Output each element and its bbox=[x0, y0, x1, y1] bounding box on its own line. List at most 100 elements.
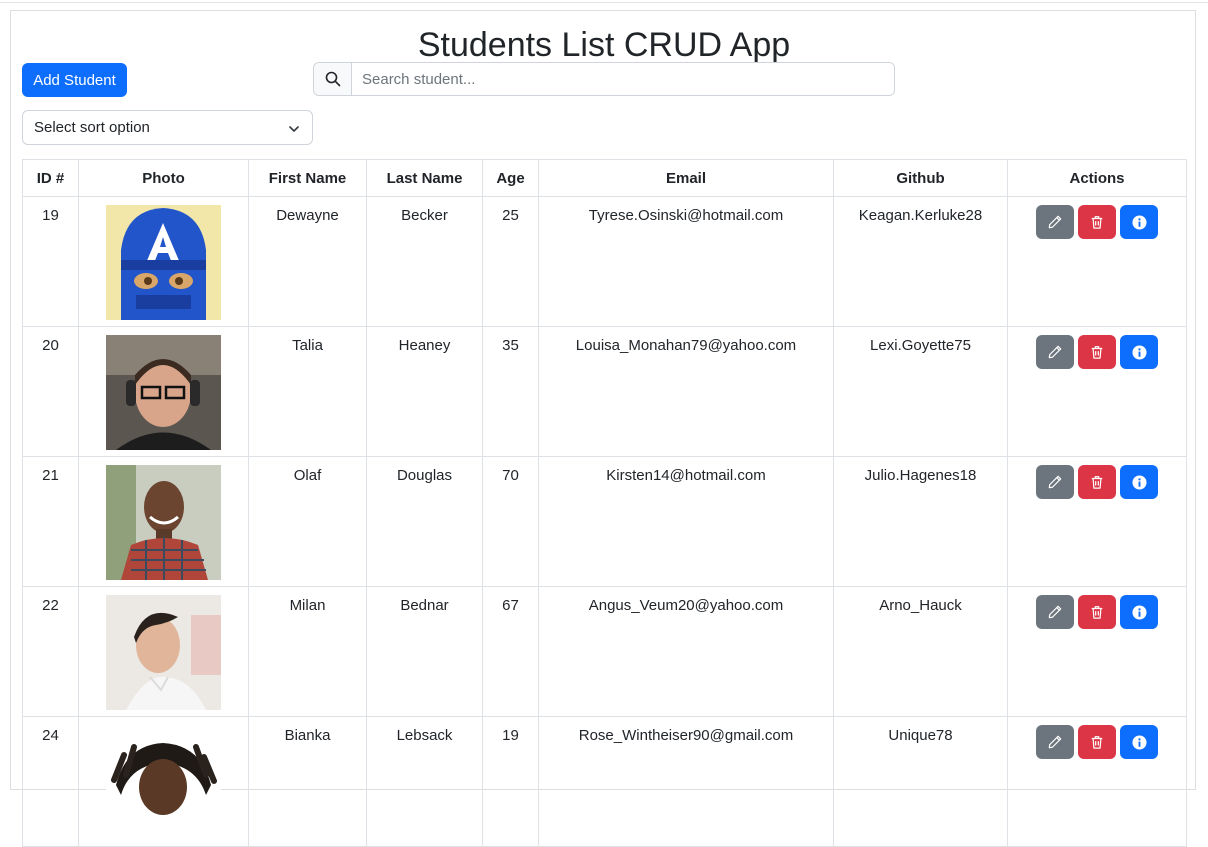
cell-actions bbox=[1007, 586, 1187, 717]
row-actions bbox=[1008, 205, 1186, 239]
pencil-icon bbox=[1048, 345, 1062, 359]
search-bar bbox=[313, 62, 895, 96]
trash-icon bbox=[1091, 606, 1103, 619]
cell-email: Kirsten14@hotmail.com bbox=[538, 456, 834, 587]
cell-email: Tyrese.Osinski@hotmail.com bbox=[538, 196, 834, 327]
cell-last-name: Heaney bbox=[366, 326, 483, 457]
row-actions bbox=[1008, 595, 1186, 629]
delete-button[interactable] bbox=[1078, 595, 1116, 629]
table-row: 20 Talia Heaney 35 Louisa_Monahan79@yaho… bbox=[22, 326, 1187, 457]
cell-id: 19 bbox=[22, 196, 79, 327]
add-student-button[interactable]: Add Student bbox=[22, 63, 127, 97]
sort-select[interactable]: Select sort option bbox=[22, 110, 313, 145]
column-header-age[interactable]: Age bbox=[482, 159, 539, 197]
student-photo bbox=[106, 465, 221, 580]
trash-icon bbox=[1091, 346, 1103, 359]
trash-icon bbox=[1091, 216, 1103, 229]
page-title: Students List CRUD App bbox=[417, 26, 791, 64]
cell-actions bbox=[1007, 716, 1187, 847]
trash-icon bbox=[1091, 476, 1103, 489]
info-icon bbox=[1131, 734, 1147, 750]
cell-email: Louisa_Monahan79@yahoo.com bbox=[538, 326, 834, 457]
cell-github: Lexi.Goyette75 bbox=[833, 326, 1008, 457]
cell-photo bbox=[78, 716, 249, 847]
delete-button[interactable] bbox=[1078, 725, 1116, 759]
cell-photo bbox=[78, 456, 249, 587]
column-header-email[interactable]: Email bbox=[538, 159, 834, 197]
cell-first-name: Dewayne bbox=[248, 196, 367, 327]
cell-last-name: Becker bbox=[366, 196, 483, 327]
search-icon bbox=[314, 63, 352, 95]
cell-id: 24 bbox=[22, 716, 79, 847]
cell-first-name: Olaf bbox=[248, 456, 367, 587]
app-container: Students List CRUD App Add Student Selec… bbox=[10, 10, 1196, 847]
column-header-last-name[interactable]: Last Name bbox=[366, 159, 483, 197]
info-icon bbox=[1131, 344, 1147, 360]
cell-first-name: Milan bbox=[248, 586, 367, 717]
column-header-id[interactable]: ID # bbox=[22, 159, 79, 197]
delete-button[interactable] bbox=[1078, 335, 1116, 369]
info-button[interactable] bbox=[1120, 465, 1158, 499]
cell-photo bbox=[78, 326, 249, 457]
cell-email: Rose_Wintheiser90@gmail.com bbox=[538, 716, 834, 847]
info-icon bbox=[1131, 474, 1147, 490]
cell-last-name: Bednar bbox=[366, 586, 483, 717]
cell-last-name: Lebsack bbox=[366, 716, 483, 847]
row-actions bbox=[1008, 725, 1186, 759]
cell-id: 22 bbox=[22, 586, 79, 717]
cell-actions bbox=[1007, 456, 1187, 587]
students-table: ID # Photo First Name Last Name Age Emai… bbox=[22, 159, 1187, 847]
info-button[interactable] bbox=[1120, 205, 1158, 239]
pencil-icon bbox=[1048, 475, 1062, 489]
table-row: 19 Dewayne Becker 25 Tyrese.Osinski@hotm… bbox=[22, 196, 1187, 327]
cell-github: Arno_Hauck bbox=[833, 586, 1008, 717]
delete-button[interactable] bbox=[1078, 465, 1116, 499]
column-header-photo[interactable]: Photo bbox=[78, 159, 249, 197]
search-input[interactable] bbox=[352, 63, 894, 95]
info-button[interactable] bbox=[1120, 335, 1158, 369]
cell-id: 21 bbox=[22, 456, 79, 587]
edit-button[interactable] bbox=[1036, 725, 1074, 759]
cell-age: 35 bbox=[482, 326, 539, 457]
row-actions bbox=[1008, 335, 1186, 369]
info-button[interactable] bbox=[1120, 595, 1158, 629]
delete-button[interactable] bbox=[1078, 205, 1116, 239]
edit-button[interactable] bbox=[1036, 465, 1074, 499]
edit-button[interactable] bbox=[1036, 335, 1074, 369]
top-divider bbox=[0, 2, 1208, 3]
pencil-icon bbox=[1048, 605, 1062, 619]
student-photo bbox=[106, 725, 221, 840]
cell-id: 20 bbox=[22, 326, 79, 457]
cell-photo bbox=[78, 586, 249, 717]
column-header-first-name[interactable]: First Name bbox=[248, 159, 367, 197]
edit-button[interactable] bbox=[1036, 595, 1074, 629]
cell-age: 19 bbox=[482, 716, 539, 847]
info-icon bbox=[1131, 214, 1147, 230]
table-row: 22 Milan Bednar 67 Angus_Veum20@yahoo.co… bbox=[22, 586, 1187, 717]
cell-actions bbox=[1007, 196, 1187, 327]
pencil-icon bbox=[1048, 215, 1062, 229]
table-row: 21 Olaf Douglas 70 Kirsten14@hotmail.com… bbox=[22, 456, 1187, 587]
student-photo bbox=[106, 595, 221, 710]
cell-email: Angus_Veum20@yahoo.com bbox=[538, 586, 834, 717]
cell-photo bbox=[78, 196, 249, 327]
table-row: 24 Bianka Lebsack 19 Rose_Wintheiser90@g… bbox=[22, 716, 1187, 847]
cell-first-name: Bianka bbox=[248, 716, 367, 847]
sort-select-value: Select sort option bbox=[34, 119, 150, 136]
cell-github: Unique78 bbox=[833, 716, 1008, 847]
table-header-row: ID # Photo First Name Last Name Age Emai… bbox=[22, 159, 1187, 197]
trash-icon bbox=[1091, 736, 1103, 749]
cell-age: 67 bbox=[482, 586, 539, 717]
info-icon bbox=[1131, 604, 1147, 620]
edit-button[interactable] bbox=[1036, 205, 1074, 239]
cell-last-name: Douglas bbox=[366, 456, 483, 587]
cell-github: Julio.Hagenes18 bbox=[833, 456, 1008, 587]
cell-github: Keagan.Kerluke28 bbox=[833, 196, 1008, 327]
row-actions bbox=[1008, 465, 1186, 499]
chevron-down-icon bbox=[288, 122, 300, 139]
info-button[interactable] bbox=[1120, 725, 1158, 759]
column-header-actions: Actions bbox=[1007, 159, 1187, 197]
column-header-github[interactable]: Github bbox=[833, 159, 1008, 197]
pencil-icon bbox=[1048, 735, 1062, 749]
student-photo bbox=[106, 335, 221, 450]
